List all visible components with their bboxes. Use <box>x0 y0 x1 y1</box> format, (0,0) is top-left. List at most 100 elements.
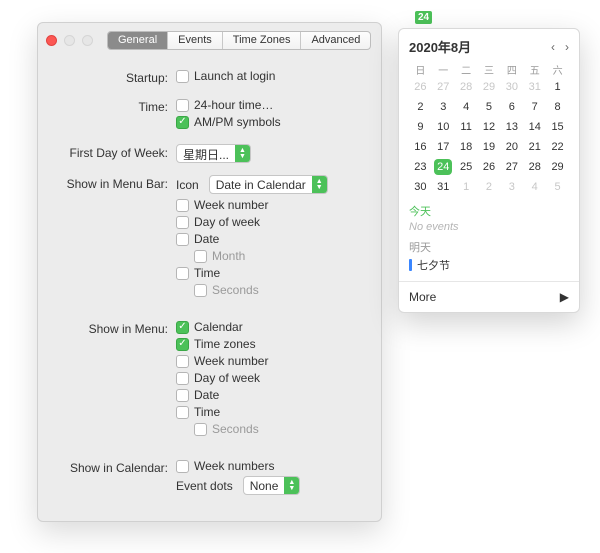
checkbox-m-dow[interactable] <box>176 372 189 385</box>
tab-time-zones[interactable]: Time Zones <box>223 32 302 49</box>
text-m-time: Time <box>194 405 220 419</box>
day-cell[interactable]: 12 <box>478 119 501 135</box>
weekday-cell: 五 <box>523 62 546 77</box>
select-first-day[interactable]: 星期日... ▲▼ <box>176 144 251 163</box>
day-cell[interactable]: 24 <box>434 159 452 175</box>
day-cell[interactable]: 30 <box>409 179 432 195</box>
select-menubar-icon[interactable]: Date in Calendar ▲▼ <box>209 175 328 194</box>
day-cell[interactable]: 5 <box>546 179 569 195</box>
label-time: Time: <box>52 98 176 114</box>
day-cell[interactable]: 15 <box>546 119 569 135</box>
checkbox-cal-weeknums[interactable] <box>176 460 189 473</box>
day-cell[interactable]: 8 <box>546 99 569 115</box>
checkbox-mb-seconds[interactable] <box>194 284 207 297</box>
day-cell[interactable]: 28 <box>523 159 546 175</box>
event-item[interactable]: 七夕节 <box>409 257 569 273</box>
day-cell[interactable]: 3 <box>432 99 455 115</box>
day-cell[interactable]: 2 <box>409 99 432 115</box>
select-first-day-value: 星期日... <box>177 145 235 163</box>
day-cell[interactable]: 18 <box>455 139 478 155</box>
checkbox-m-weeknum[interactable] <box>176 355 189 368</box>
zoom-icon[interactable] <box>82 35 93 46</box>
day-cell[interactable]: 31 <box>432 179 455 195</box>
label-menubar: Show in Menu Bar: <box>52 175 176 191</box>
event-title: 七夕节 <box>417 257 450 273</box>
close-icon[interactable] <box>46 35 57 46</box>
tab-general[interactable]: General <box>108 32 168 49</box>
day-cell[interactable]: 4 <box>455 99 478 115</box>
day-cell[interactable]: 7 <box>523 99 546 115</box>
checkbox-ampm[interactable] <box>176 116 189 129</box>
checkbox-mb-month[interactable] <box>194 250 207 263</box>
weekday-cell: 六 <box>546 62 569 77</box>
more-label: More <box>409 290 436 304</box>
label-startup: Startup: <box>52 69 176 85</box>
day-cell[interactable]: 1 <box>455 179 478 195</box>
day-cell[interactable]: 4 <box>523 179 546 195</box>
day-cell[interactable]: 11 <box>455 119 478 135</box>
day-cell[interactable]: 9 <box>409 119 432 135</box>
next-month-button[interactable]: › <box>565 40 569 54</box>
prev-month-button[interactable]: ‹ <box>551 40 555 54</box>
weekday-cell: 四 <box>500 62 523 77</box>
day-cell[interactable]: 14 <box>523 119 546 135</box>
checkbox-mb-date[interactable] <box>176 233 189 246</box>
checkbox-m-calendar[interactable] <box>176 321 189 334</box>
event-color-bar <box>409 259 412 271</box>
text-mb-time: Time <box>194 266 220 280</box>
minimize-icon[interactable] <box>64 35 75 46</box>
day-cell[interactable]: 30 <box>500 79 523 95</box>
day-cell[interactable]: 19 <box>478 139 501 155</box>
day-cell[interactable]: 29 <box>546 159 569 175</box>
day-cell[interactable]: 28 <box>455 79 478 95</box>
day-cell[interactable]: 3 <box>500 179 523 195</box>
checkbox-24-hour[interactable] <box>176 99 189 112</box>
checkbox-mb-dow[interactable] <box>176 216 189 229</box>
day-cell[interactable]: 13 <box>500 119 523 135</box>
text-cal-weeknums: Week numbers <box>194 459 274 473</box>
tab-events[interactable]: Events <box>168 32 223 49</box>
select-event-dots[interactable]: None ▲▼ <box>243 476 301 495</box>
day-cell[interactable]: 2 <box>478 179 501 195</box>
day-cell[interactable]: 20 <box>500 139 523 155</box>
day-cell[interactable]: 1 <box>546 79 569 95</box>
day-cell[interactable]: 17 <box>432 139 455 155</box>
checkbox-m-date[interactable] <box>176 389 189 402</box>
text-mb-dow: Day of week <box>194 215 260 229</box>
day-cell[interactable]: 23 <box>409 159 432 175</box>
weekday-cell: 一 <box>432 62 455 77</box>
day-cell[interactable]: 26 <box>409 79 432 95</box>
traffic-lights <box>46 35 93 46</box>
text-24-hour: 24-hour time… <box>194 98 273 112</box>
label-event-dots: Event dots <box>176 479 233 493</box>
day-cell[interactable]: 31 <box>523 79 546 95</box>
chevron-updown-icon: ▲▼ <box>284 477 299 494</box>
text-m-seconds: Seconds <box>212 422 259 436</box>
titlebar: General Events Time Zones Advanced <box>38 23 381 51</box>
day-cell[interactable]: 25 <box>455 159 478 175</box>
day-cell[interactable]: 22 <box>546 139 569 155</box>
preferences-form: Startup: Launch at login Time: 24-hour t… <box>38 51 381 515</box>
checkbox-mb-weeknum[interactable] <box>176 199 189 212</box>
text-mb-date: Date <box>194 232 219 246</box>
more-row[interactable]: More ▶ <box>399 281 579 312</box>
day-cell[interactable]: 26 <box>478 159 501 175</box>
checkbox-launch-at-login[interactable] <box>176 70 189 83</box>
calendar-popover: 2020年8月 ‹ › 日一二三四五六 26272829303112345678… <box>398 28 580 313</box>
menubar-date-icon[interactable]: 24 <box>415 11 432 24</box>
tab-advanced[interactable]: Advanced <box>301 32 370 49</box>
weekday-cell: 二 <box>455 62 478 77</box>
day-cell[interactable]: 10 <box>432 119 455 135</box>
day-cell[interactable]: 29 <box>478 79 501 95</box>
checkbox-m-time[interactable] <box>176 406 189 419</box>
day-cell[interactable]: 27 <box>500 159 523 175</box>
day-cell[interactable]: 6 <box>500 99 523 115</box>
checkbox-m-timezones[interactable] <box>176 338 189 351</box>
day-cell[interactable]: 27 <box>432 79 455 95</box>
checkbox-m-seconds[interactable] <box>194 423 207 436</box>
day-cell[interactable]: 16 <box>409 139 432 155</box>
day-cell[interactable]: 5 <box>478 99 501 115</box>
text-m-date: Date <box>194 388 219 402</box>
checkbox-mb-time[interactable] <box>176 267 189 280</box>
day-cell[interactable]: 21 <box>523 139 546 155</box>
